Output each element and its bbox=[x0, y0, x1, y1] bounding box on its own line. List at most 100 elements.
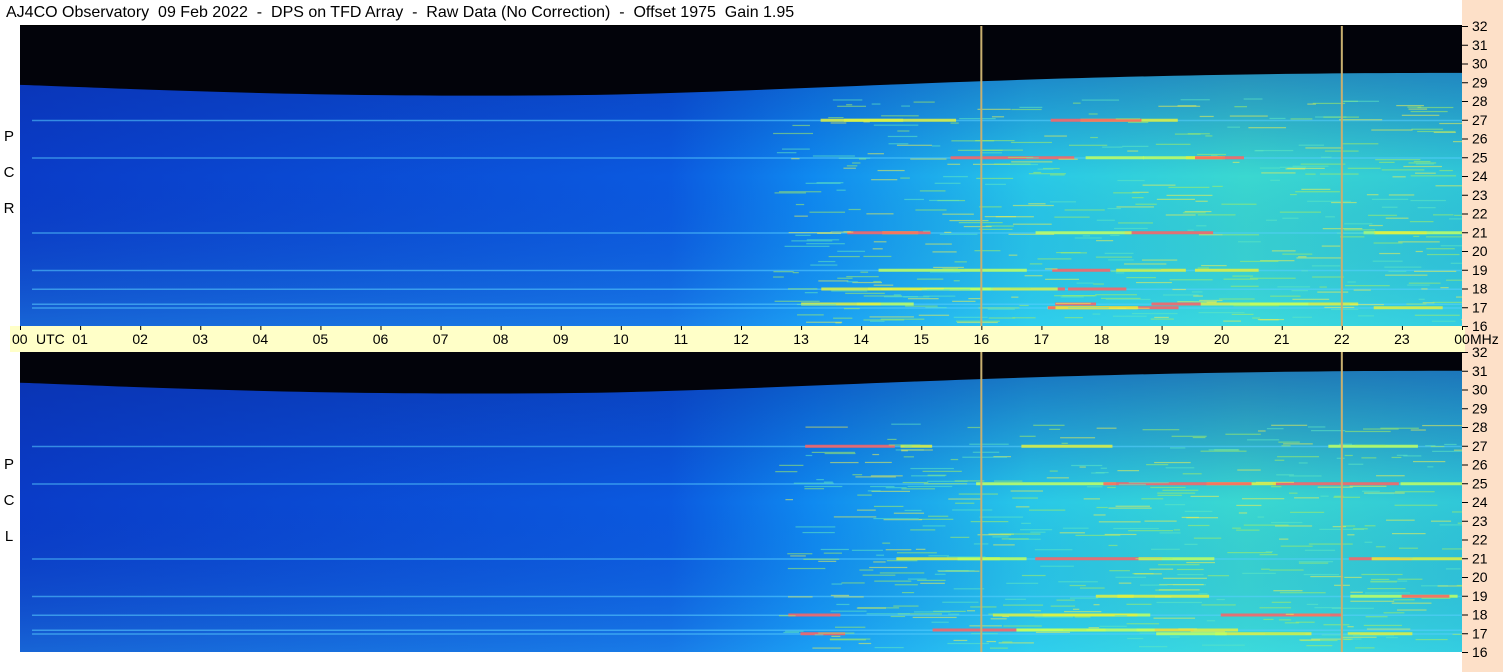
activity-speckle bbox=[1131, 312, 1178, 315]
activity-speckle bbox=[1413, 160, 1431, 163]
signal-burst bbox=[957, 557, 1027, 561]
utc-tick-label: 19 bbox=[1154, 331, 1170, 347]
activity-speckle bbox=[928, 515, 949, 517]
activity-speckle bbox=[1230, 285, 1259, 287]
activity-speckle bbox=[1061, 442, 1068, 444]
chart-title: AJ4CO Observatory 09 Feb 2022 - DPS on T… bbox=[6, 4, 795, 21]
activity-speckle bbox=[1095, 256, 1133, 258]
freq-tick-label: 24 bbox=[1472, 494, 1488, 510]
activity-speckle bbox=[1118, 483, 1146, 486]
activity-speckle bbox=[1157, 492, 1196, 494]
activity-speckle bbox=[1410, 175, 1457, 177]
activity-speckle bbox=[1110, 234, 1120, 237]
activity-speckle bbox=[969, 625, 1002, 627]
activity-speckle bbox=[1379, 161, 1395, 163]
signal-line bbox=[32, 629, 1462, 631]
activity-speckle bbox=[968, 298, 982, 300]
activity-speckle bbox=[1130, 268, 1161, 270]
activity-speckle bbox=[1409, 221, 1434, 223]
activity-speckle bbox=[1285, 613, 1294, 615]
activity-speckle bbox=[1090, 136, 1098, 139]
activity-speckle bbox=[909, 288, 927, 290]
activity-speckle bbox=[1292, 165, 1329, 167]
activity-speckle bbox=[934, 573, 946, 575]
activity-speckle bbox=[1452, 511, 1462, 513]
freq-tick-label: 31 bbox=[1472, 363, 1488, 379]
activity-speckle bbox=[1236, 504, 1262, 507]
utc-tick-label: 08 bbox=[493, 331, 509, 347]
activity-speckle bbox=[1289, 492, 1298, 494]
signal-burst bbox=[976, 482, 1117, 486]
activity-speckle bbox=[818, 560, 837, 562]
activity-speckle bbox=[1439, 122, 1462, 125]
activity-speckle bbox=[1339, 119, 1383, 121]
utc-tick-mark bbox=[1341, 326, 1343, 330]
freq-tick-label: 17 bbox=[1472, 299, 1488, 315]
activity-speckle bbox=[974, 250, 1001, 252]
spectrogram-depth bbox=[20, 352, 1462, 652]
activity-speckle bbox=[1076, 282, 1094, 284]
activity-speckle bbox=[1158, 564, 1200, 566]
activity-speckle bbox=[901, 591, 915, 594]
activity-speckle bbox=[1126, 276, 1156, 279]
activity-speckle bbox=[1135, 558, 1173, 560]
activity-speckle bbox=[1414, 270, 1457, 272]
activity-speckle bbox=[1155, 143, 1191, 145]
activity-speckle bbox=[1093, 514, 1106, 516]
signal-line bbox=[32, 445, 1462, 448]
activity-speckle bbox=[1231, 313, 1254, 316]
activity-speckle bbox=[1270, 521, 1303, 524]
activity-speckle bbox=[1163, 577, 1207, 579]
activity-speckle bbox=[1446, 279, 1462, 281]
activity-speckle bbox=[1219, 298, 1255, 300]
activity-speckle bbox=[1344, 638, 1351, 641]
activity-speckle bbox=[1158, 105, 1201, 107]
activity-speckle bbox=[953, 280, 960, 282]
activity-speckle bbox=[1008, 233, 1055, 235]
utc-tick-label: 20 bbox=[1214, 331, 1230, 347]
activity-speckle bbox=[990, 618, 1007, 620]
frequency-axis-rcp: 32 31 30 29 28 27 26 25 24 23 22 21 20 19 18 17 16 bbox=[1462, 18, 1503, 334]
activity-speckle bbox=[981, 149, 1023, 151]
activity-speckle bbox=[1353, 528, 1368, 530]
activity-speckle bbox=[1388, 270, 1407, 272]
activity-speckle bbox=[1095, 471, 1109, 474]
activity-speckle bbox=[880, 318, 925, 320]
activity-speckle bbox=[1020, 529, 1053, 531]
activity-speckle bbox=[1376, 475, 1405, 477]
activity-speckle bbox=[1350, 591, 1363, 593]
utc-tick-label: 18 bbox=[1094, 331, 1110, 347]
activity-speckle bbox=[1415, 250, 1423, 253]
activity-speckle bbox=[1225, 433, 1261, 435]
signal-burst bbox=[1401, 594, 1450, 598]
marker-line bbox=[980, 352, 983, 652]
utc-tick-label: 16 bbox=[974, 331, 990, 347]
activity-speckle bbox=[1138, 646, 1168, 648]
activity-speckle bbox=[1008, 254, 1018, 256]
activity-speckle bbox=[1418, 298, 1425, 300]
activity-speckle bbox=[1240, 260, 1279, 263]
activity-speckle bbox=[902, 481, 929, 484]
activity-speckle bbox=[1265, 550, 1273, 553]
activity-speckle bbox=[873, 561, 886, 563]
activity-speckle bbox=[828, 255, 860, 258]
activity-speckle bbox=[803, 558, 840, 560]
activity-speckle bbox=[883, 296, 919, 298]
activity-speckle bbox=[1126, 623, 1160, 625]
signal-line bbox=[32, 558, 1462, 560]
activity-speckle bbox=[828, 117, 844, 119]
freq-tick-label: 29 bbox=[1472, 74, 1488, 90]
activity-speckle bbox=[1232, 275, 1254, 277]
activity-speckle bbox=[823, 481, 833, 483]
activity-speckle bbox=[901, 450, 908, 452]
activity-speckle bbox=[1298, 144, 1324, 146]
activity-speckle bbox=[1368, 214, 1397, 216]
activity-speckle bbox=[893, 605, 919, 607]
activity-speckle bbox=[1415, 172, 1436, 174]
activity-speckle bbox=[1310, 575, 1344, 578]
signal-burst bbox=[1021, 444, 1113, 448]
activity-speckle bbox=[1395, 491, 1435, 493]
activity-speckle bbox=[1168, 186, 1210, 188]
activity-speckle bbox=[788, 231, 832, 234]
activity-speckle bbox=[900, 177, 910, 179]
